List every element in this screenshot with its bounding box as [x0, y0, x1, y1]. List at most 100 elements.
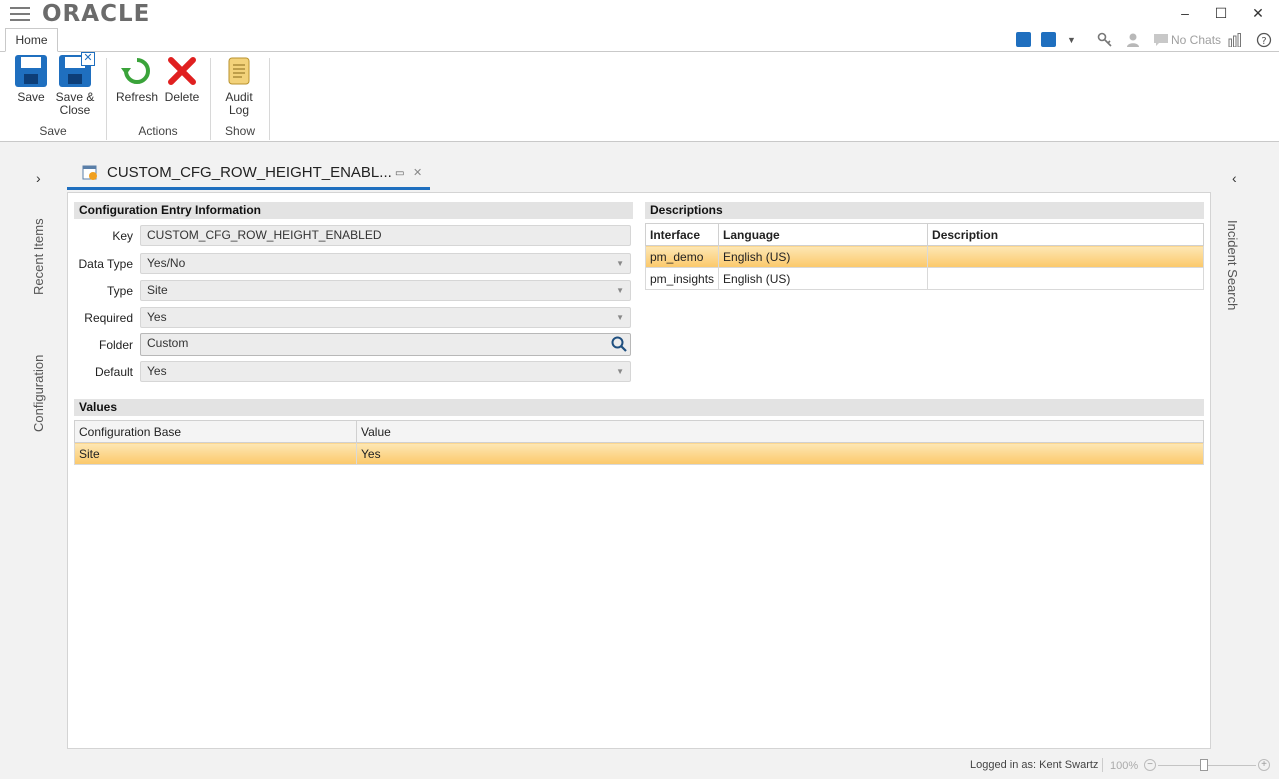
column-header-description[interactable]: Description — [927, 223, 1204, 246]
table-cell: English (US) — [718, 245, 929, 268]
refresh-button-label: Refresh — [115, 90, 159, 104]
delete-button[interactable]: Delete — [162, 55, 202, 104]
ribbon-separator — [269, 58, 270, 140]
status-divider — [1102, 758, 1103, 772]
table-cell[interactable] — [927, 267, 1204, 290]
title-bar — [0, 0, 1279, 28]
close-window-button[interactable]: ✕ — [1243, 3, 1273, 23]
key-field[interactable]: CUSTOM_CFG_ROW_HEIGHT_ENABLED — [140, 225, 631, 246]
chat-status: No Chats — [1171, 33, 1222, 47]
config-info-header: Configuration Entry Information — [74, 202, 633, 219]
maximize-button[interactable]: ☐ — [1206, 3, 1236, 23]
expand-left-panel-icon[interactable]: › — [36, 170, 41, 186]
folder-field[interactable]: Custom — [140, 333, 631, 356]
user-icon[interactable] — [1125, 32, 1141, 48]
required-value: Yes — [147, 310, 167, 324]
undock-icon[interactable]: ▭ — [395, 168, 404, 179]
refresh-icon — [120, 55, 154, 87]
help-icon[interactable]: ? — [1256, 32, 1272, 48]
type-select[interactable]: Site ▼ — [140, 280, 631, 301]
values-table: Configuration Base Value Site Yes — [74, 420, 1204, 465]
column-header-interface[interactable]: Interface — [644, 223, 720, 246]
key-label: Key — [112, 229, 133, 243]
data-type-select[interactable]: Yes/No ▼ — [140, 253, 631, 274]
dropdown-arrow-icon: ▼ — [616, 313, 624, 322]
table-row[interactable]: pm_insights English (US) — [644, 267, 1204, 290]
table-cell: Site — [74, 442, 357, 465]
table-cell: pm_demo — [644, 245, 720, 268]
ribbon-separator — [210, 58, 211, 140]
tab-home[interactable]: Home — [5, 28, 58, 52]
table-cell: English (US) — [718, 267, 929, 290]
svg-text:?: ? — [1261, 36, 1266, 47]
save-close-button[interactable]: ✕ Save & Close — [53, 52, 97, 117]
audit-log-label-line2: Log — [228, 103, 250, 117]
descriptions-table-wrap: Interface Language Description pm_demo E… — [644, 223, 1204, 290]
default-label: Default — [94, 365, 133, 379]
incident-search-panel-tab[interactable]: Incident Search — [1225, 220, 1240, 320]
audit-log-button[interactable]: Audit Log — [219, 55, 259, 117]
dropdown-arrow-icon: ▼ — [616, 286, 624, 295]
save-button-label: Save — [17, 90, 45, 104]
menu-icon[interactable] — [10, 7, 30, 23]
column-header-value[interactable]: Value — [356, 420, 1204, 443]
zoom-in-button[interactable]: + — [1258, 759, 1270, 771]
dropdown-arrow-icon: ▼ — [616, 367, 624, 376]
table-row[interactable]: pm_demo English (US) — [644, 245, 1204, 268]
column-header-language[interactable]: Language — [718, 223, 929, 246]
folder-value: Custom — [147, 336, 189, 350]
values-table-wrap: Configuration Base Value Site Yes — [74, 420, 1204, 465]
ribbon-group-show-label: Show — [224, 124, 256, 138]
required-label: Required — [84, 311, 133, 325]
save-small-icon[interactable] — [1016, 32, 1031, 47]
zoom-slider-handle[interactable] — [1200, 759, 1208, 771]
table-cell: pm_insights — [644, 267, 720, 290]
key-field-value: CUSTOM_CFG_ROW_HEIGHT_ENABLED — [147, 228, 382, 242]
table-cell[interactable]: Yes — [356, 442, 1204, 465]
descriptions-header: Descriptions — [645, 202, 1204, 219]
configuration-entry-icon — [82, 165, 98, 181]
required-select[interactable]: Yes ▼ — [140, 307, 631, 328]
save-close-icon: ✕ — [59, 52, 95, 87]
type-value: Site — [147, 283, 168, 297]
key-icon[interactable] — [1097, 32, 1113, 48]
scroll-icon — [224, 55, 254, 87]
ribbon-group-actions-label: Actions — [138, 124, 178, 138]
statistics-icon[interactable] — [1228, 33, 1242, 48]
expand-right-panel-icon[interactable]: ‹ — [1232, 170, 1237, 186]
values-header: Values — [74, 399, 1204, 416]
folder-label: Folder — [98, 338, 133, 352]
configuration-panel-tab[interactable]: Configuration — [31, 346, 46, 432]
minimize-button[interactable]: – — [1170, 3, 1200, 23]
dropdown-arrow-icon: ▼ — [616, 259, 624, 268]
default-select[interactable]: Yes ▼ — [140, 361, 631, 382]
chat-icon[interactable] — [1153, 32, 1169, 48]
table-header-row: Interface Language Description — [644, 223, 1204, 246]
ribbon-group-save-label: Save — [39, 124, 67, 138]
logged-in-status: Logged in as: Kent Swartz — [970, 759, 1099, 771]
default-value: Yes — [147, 364, 167, 378]
search-icon[interactable] — [611, 336, 627, 358]
table-cell[interactable] — [927, 245, 1204, 268]
table-header-row: Configuration Base Value — [74, 420, 1204, 443]
document-tab-title: CUSTOM_CFG_ROW_HEIGHT_ENABL... — [107, 164, 392, 181]
close-tab-icon[interactable]: ✕ — [413, 166, 422, 179]
save-button[interactable]: Save — [11, 55, 51, 104]
delete-button-label: Delete — [164, 90, 200, 104]
save-close-small-icon[interactable] — [1041, 32, 1056, 47]
refresh-button[interactable]: Refresh — [115, 55, 159, 104]
column-header-configuration-base[interactable]: Configuration Base — [74, 420, 357, 443]
recent-items-panel-tab[interactable]: Recent Items — [31, 215, 46, 295]
delete-icon — [166, 55, 198, 87]
data-type-label: Data Type — [78, 257, 133, 271]
save-close-label-line2: Close — [59, 103, 91, 117]
zoom-out-button[interactable]: − — [1144, 759, 1156, 771]
ribbon-tab-row — [0, 28, 1279, 52]
ribbon-separator — [106, 58, 107, 140]
type-label: Type — [106, 284, 133, 298]
data-type-value: Yes/No — [147, 256, 186, 270]
descriptions-table: Interface Language Description pm_demo E… — [644, 223, 1204, 290]
quick-access-dropdown-icon[interactable]: ▼ — [1067, 32, 1076, 48]
save-icon — [15, 55, 47, 87]
table-row[interactable]: Site Yes — [74, 442, 1204, 465]
